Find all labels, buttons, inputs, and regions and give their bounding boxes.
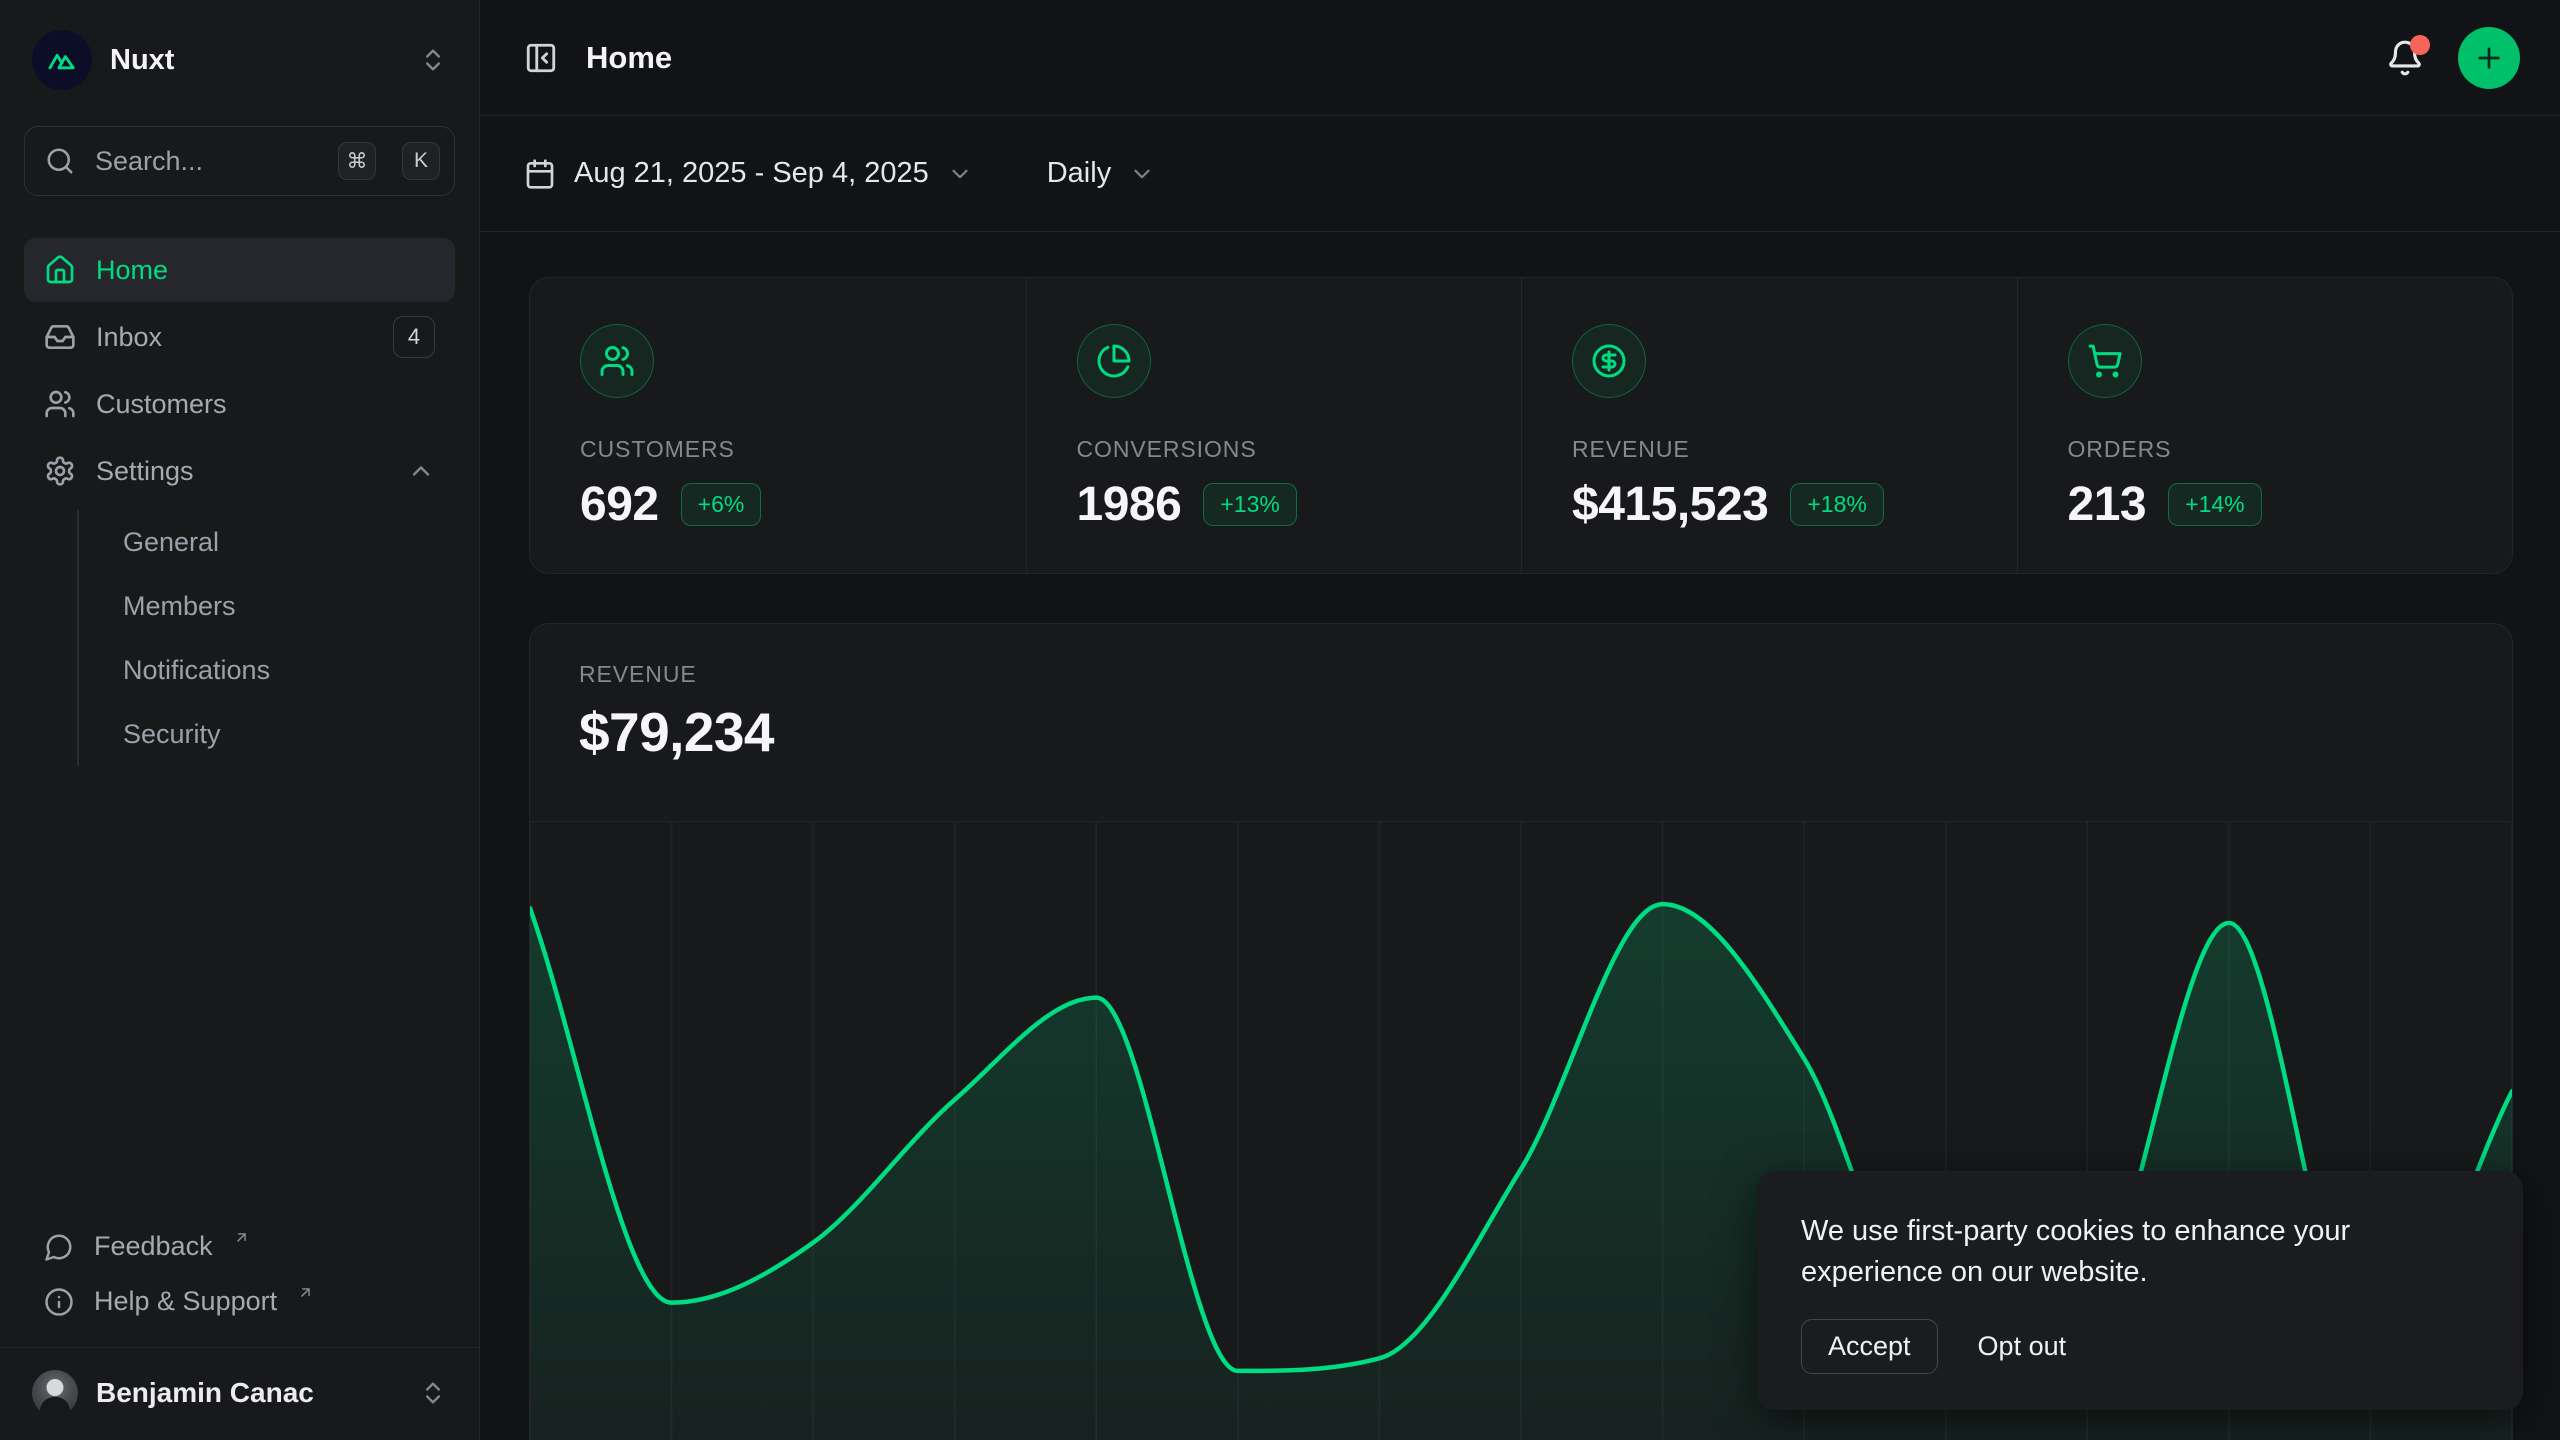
sidebar-item-notifications[interactable]: Notifications: [113, 638, 455, 702]
stat-orders[interactable]: ORDERS 213 +14%: [2017, 278, 2513, 573]
stat-value: 692: [580, 477, 659, 532]
search-placeholder: Search...: [95, 146, 312, 177]
date-range-picker[interactable]: Aug 21, 2025 - Sep 4, 2025: [524, 157, 973, 190]
chevron-down-icon: [1129, 161, 1155, 187]
sidebar-item-label: Customers: [96, 389, 227, 420]
inbox-icon: [44, 321, 76, 353]
stat-delta-badge: +14%: [2168, 483, 2261, 526]
calendar-icon: [524, 158, 556, 190]
chevron-up-icon: [407, 457, 435, 485]
users-icon: [580, 324, 654, 398]
stat-label: CUSTOMERS: [580, 436, 1026, 463]
revenue-chart-label: REVENUE: [579, 661, 2464, 688]
sidebar-item-settings[interactable]: Settings: [24, 439, 455, 503]
info-circle-icon: [44, 1287, 74, 1317]
opt-out-button[interactable]: Opt out: [1968, 1320, 2077, 1373]
stat-value: $415,523: [1572, 477, 1768, 532]
sidebar-item-home[interactable]: Home: [24, 238, 455, 302]
cart-icon: [2068, 324, 2142, 398]
sidebar-item-general[interactable]: General: [113, 510, 455, 574]
external-link-arrow-icon: [297, 1284, 314, 1301]
footer-link-label: Feedback: [94, 1231, 213, 1262]
stat-label: CONVERSIONS: [1077, 436, 1522, 463]
stats-row: CUSTOMERS 692 +6% CONVERSIONS 1986 +13%: [529, 277, 2513, 574]
cookie-banner: We use first-party cookies to enhance yo…: [1757, 1171, 2523, 1410]
sidebar: Nuxt Search... ⌘ K Home Inbox 4: [0, 0, 480, 1440]
stat-delta-badge: +18%: [1790, 483, 1883, 526]
external-link-arrow-icon: [233, 1229, 250, 1246]
notifications-button[interactable]: [2380, 33, 2430, 83]
sidebar-item-label: Settings: [96, 456, 194, 487]
chevron-up-down-icon: [419, 1379, 447, 1407]
chevron-up-down-icon: [419, 46, 447, 74]
sidebar-item-security[interactable]: Security: [113, 702, 455, 766]
stat-value: 1986: [1077, 477, 1182, 532]
sidebar-item-label: Home: [96, 255, 168, 286]
accept-cookies-button[interactable]: Accept: [1801, 1319, 1938, 1374]
stat-label: REVENUE: [1572, 436, 2017, 463]
pie-chart-icon: [1077, 324, 1151, 398]
cookie-message: We use first-party cookies to enhance yo…: [1801, 1211, 2441, 1293]
stat-label: ORDERS: [2068, 436, 2513, 463]
search-icon: [45, 146, 75, 176]
workspace-switcher[interactable]: Nuxt: [24, 24, 455, 96]
stat-revenue[interactable]: REVENUE $415,523 +18%: [1521, 278, 2017, 573]
sidebar-item-label: Inbox: [96, 322, 162, 353]
kbd-cmd: ⌘: [338, 142, 376, 180]
nuxt-logo-icon: [32, 30, 92, 90]
feedback-link[interactable]: Feedback: [24, 1223, 455, 1270]
home-icon: [44, 254, 76, 286]
sidebar-user-section: Benjamin Canac: [0, 1347, 479, 1440]
footer-link-label: Help & Support: [94, 1286, 277, 1317]
page-title: Home: [586, 40, 2352, 76]
sidebar-nav: Home Inbox 4 Customers Settings: [24, 238, 455, 766]
stat-value: 213: [2068, 477, 2147, 532]
filters-toolbar: Aug 21, 2025 - Sep 4, 2025 Daily: [480, 116, 2560, 232]
panel-left-close-icon: [524, 41, 558, 75]
plus-icon: [2473, 42, 2505, 74]
stat-conversions[interactable]: CONVERSIONS 1986 +13%: [1026, 278, 1522, 573]
kbd-k: K: [402, 142, 440, 180]
inbox-count-badge: 4: [393, 316, 435, 358]
top-header: Home: [480, 0, 2560, 116]
notification-dot: [2410, 35, 2430, 55]
workspace-name: Nuxt: [110, 44, 401, 77]
dollar-circle-icon: [1572, 324, 1646, 398]
collapse-sidebar-button[interactable]: [524, 41, 558, 75]
stat-customers[interactable]: CUSTOMERS 692 +6%: [530, 278, 1026, 573]
sidebar-item-members[interactable]: Members: [113, 574, 455, 638]
revenue-chart-value: $79,234: [579, 700, 2464, 764]
granularity-select[interactable]: Daily: [1047, 157, 1155, 190]
gear-icon: [44, 455, 76, 487]
chevron-down-icon: [947, 161, 973, 187]
users-icon: [44, 388, 76, 420]
sidebar-footer-links: Feedback Help & Support: [24, 1223, 455, 1347]
stat-delta-badge: +13%: [1203, 483, 1296, 526]
user-menu-button[interactable]: Benjamin Canac: [24, 1362, 455, 1424]
user-avatar: [32, 1370, 78, 1416]
sidebar-item-customers[interactable]: Customers: [24, 372, 455, 436]
sidebar-item-inbox[interactable]: Inbox 4: [24, 305, 455, 369]
search-input[interactable]: Search... ⌘ K: [24, 126, 455, 196]
settings-subnav: General Members Notifications Security: [77, 510, 455, 766]
help-support-link[interactable]: Help & Support: [24, 1278, 455, 1325]
user-name: Benjamin Canac: [96, 1377, 401, 1409]
add-new-button[interactable]: [2458, 27, 2520, 89]
granularity-value: Daily: [1047, 157, 1111, 190]
message-bubble-icon: [44, 1232, 74, 1262]
stat-delta-badge: +6%: [681, 483, 762, 526]
date-range-value: Aug 21, 2025 - Sep 4, 2025: [574, 157, 929, 190]
